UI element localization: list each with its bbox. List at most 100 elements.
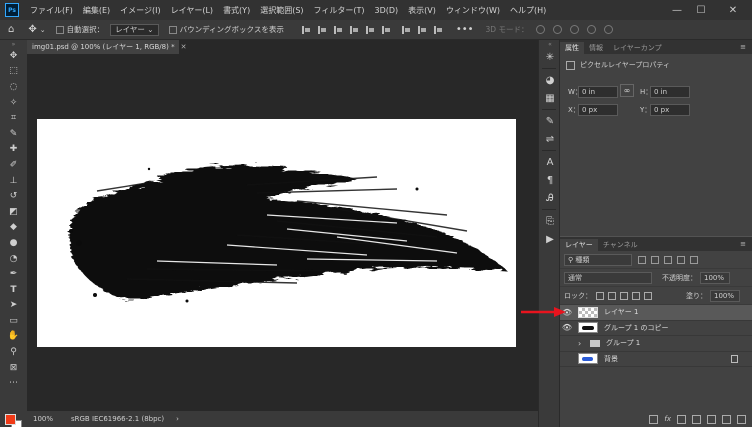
add-mask-icon[interactable]: [677, 414, 686, 424]
minimize-button[interactable]: —: [666, 0, 688, 20]
lock-position-icon[interactable]: [620, 291, 628, 300]
layer-filter-dropdown[interactable]: ⚲ 種類: [564, 253, 632, 266]
close-window-button[interactable]: ✕: [722, 0, 744, 20]
align-center-icon[interactable]: [317, 25, 326, 34]
auto-select-dropdown[interactable]: レイヤー ⌄: [110, 23, 159, 36]
zoom-level[interactable]: 100%: [33, 415, 67, 423]
shape-tool-icon[interactable]: ▭: [0, 313, 27, 329]
delete-layer-icon[interactable]: [737, 414, 746, 424]
eraser-tool-icon[interactable]: ◩: [0, 204, 27, 220]
filter-smart-object-icon[interactable]: [690, 255, 698, 264]
marquee-tool-icon[interactable]: ⬚: [0, 64, 27, 80]
character-panel-icon[interactable]: A: [539, 153, 561, 171]
dock-grip-icon[interactable]: «: [539, 40, 561, 48]
tab-layer-comps[interactable]: レイヤーカンプ: [608, 42, 667, 54]
new-adjustment-layer-icon[interactable]: [692, 414, 701, 424]
crop-tool-icon[interactable]: ⌗: [0, 110, 27, 126]
blend-mode-dropdown[interactable]: 通常: [564, 271, 652, 284]
brush-panel-icon[interactable]: ✎: [539, 112, 561, 130]
brush-tool-icon[interactable]: ✐: [0, 157, 27, 173]
healing-brush-tool-icon[interactable]: ✚: [0, 142, 27, 158]
lock-all-icon[interactable]: [644, 291, 652, 300]
layer-row-group1[interactable]: › グループ 1: [560, 336, 752, 352]
move-tool-icon[interactable]: ✥: [0, 48, 27, 64]
pan-3d-icon[interactable]: [570, 25, 580, 34]
actions-panel-icon[interactable]: ▶: [539, 230, 561, 248]
align-top-icon[interactable]: [349, 25, 358, 34]
align-middle-icon[interactable]: [365, 25, 374, 34]
filter-type-icon[interactable]: [664, 255, 672, 264]
learn-panel-icon[interactable]: ✳: [539, 48, 561, 66]
toolbar-grip-icon[interactable]: »: [0, 40, 27, 48]
document-tab[interactable]: img01.psd @ 100% (レイヤー 1, RGB/8) * ✕: [27, 40, 186, 54]
lock-transparent-icon[interactable]: [596, 291, 604, 300]
layer-row-layer1[interactable]: 👁 レイヤー 1: [560, 305, 752, 321]
link-layers-icon[interactable]: [649, 414, 659, 424]
close-tab-icon[interactable]: ✕: [181, 43, 187, 51]
layer-row-background[interactable]: 背景: [560, 351, 752, 367]
width-field[interactable]: 0 in: [578, 86, 618, 98]
foreground-color-swatch[interactable]: [5, 414, 16, 425]
align-left-icon[interactable]: [301, 25, 310, 34]
move-tool-icon[interactable]: ✥: [28, 24, 36, 35]
slide-3d-icon[interactable]: [587, 25, 597, 34]
edit-toolbar-icon[interactable]: ⋯: [0, 375, 27, 391]
paint-bucket-tool-icon[interactable]: ◆: [0, 220, 27, 236]
menu-window[interactable]: ウィンドウ(W): [441, 5, 505, 16]
distribute-v-icon[interactable]: [433, 25, 442, 34]
tab-layers[interactable]: レイヤー: [560, 239, 598, 251]
lock-image-icon[interactable]: [608, 291, 616, 300]
blur-tool-icon[interactable]: ●: [0, 235, 27, 251]
zoom-tool-icon[interactable]: ⚲: [0, 344, 27, 360]
height-field[interactable]: 0 in: [650, 86, 690, 98]
history-panel-icon[interactable]: ⎘: [539, 212, 561, 230]
maximize-button[interactable]: ☐: [690, 0, 712, 20]
color-panel-icon[interactable]: ◕: [539, 71, 561, 89]
visibility-toggle[interactable]: [560, 351, 574, 366]
paragraph-panel-icon[interactable]: ¶: [539, 171, 561, 189]
frame-tool-icon[interactable]: ⊠: [0, 360, 27, 376]
menu-type[interactable]: 書式(Y): [218, 5, 255, 16]
orbit-3d-icon[interactable]: [536, 25, 546, 34]
auto-select-checkbox[interactable]: [55, 25, 64, 34]
magic-wand-tool-icon[interactable]: ✧: [0, 95, 27, 111]
layer-row-group1-copy[interactable]: 👁 グループ 1 のコピー: [560, 321, 752, 336]
pen-tool-icon[interactable]: ✒: [0, 266, 27, 282]
history-brush-tool-icon[interactable]: ↺: [0, 188, 27, 204]
bounding-box-checkbox[interactable]: [168, 25, 177, 34]
menu-filter[interactable]: フィルター(T): [309, 5, 370, 16]
tab-channels[interactable]: チャンネル: [598, 239, 643, 251]
lock-artboard-icon[interactable]: [632, 291, 640, 300]
more-options-icon[interactable]: •••: [456, 24, 474, 35]
menu-image[interactable]: イメージ(I): [115, 5, 165, 16]
tab-properties[interactable]: 属性: [560, 42, 584, 54]
menu-select[interactable]: 選択範囲(S): [255, 5, 308, 16]
menu-edit[interactable]: 編集(E): [78, 5, 115, 16]
align-right-icon[interactable]: [333, 25, 342, 34]
filter-adjustment-icon[interactable]: [651, 255, 659, 264]
eyedropper-tool-icon[interactable]: ✎: [0, 126, 27, 142]
clone-stamp-tool-icon[interactable]: ⊥: [0, 173, 27, 189]
chevron-down-icon[interactable]: ⌄: [40, 26, 46, 34]
scale-3d-icon[interactable]: [604, 25, 614, 34]
panel-menu-icon[interactable]: ≡: [740, 43, 746, 51]
path-selection-tool-icon[interactable]: ➤: [0, 298, 27, 314]
distribute-icon[interactable]: [401, 25, 410, 34]
x-field[interactable]: 0 px: [578, 104, 618, 116]
add-layer-style-icon[interactable]: fx: [664, 415, 671, 423]
menu-view[interactable]: 表示(V): [403, 5, 441, 16]
hand-tool-icon[interactable]: ✋: [0, 329, 27, 345]
chevron-right-icon[interactable]: ›: [578, 339, 590, 348]
y-field[interactable]: 0 px: [650, 104, 690, 116]
document-canvas[interactable]: [37, 119, 516, 347]
filter-pixel-icon[interactable]: [638, 255, 646, 264]
menu-file[interactable]: ファイル(F): [25, 5, 78, 16]
new-layer-icon[interactable]: [722, 414, 731, 424]
layers-panel-menu-icon[interactable]: ≡: [740, 240, 746, 248]
status-menu-arrow[interactable]: ›: [176, 415, 179, 423]
align-bottom-icon[interactable]: [381, 25, 390, 34]
type-tool-icon[interactable]: T: [0, 282, 27, 298]
tab-info[interactable]: 情報: [584, 42, 608, 54]
filter-shape-icon[interactable]: [677, 255, 685, 264]
menu-help[interactable]: ヘルプ(H): [505, 5, 551, 16]
